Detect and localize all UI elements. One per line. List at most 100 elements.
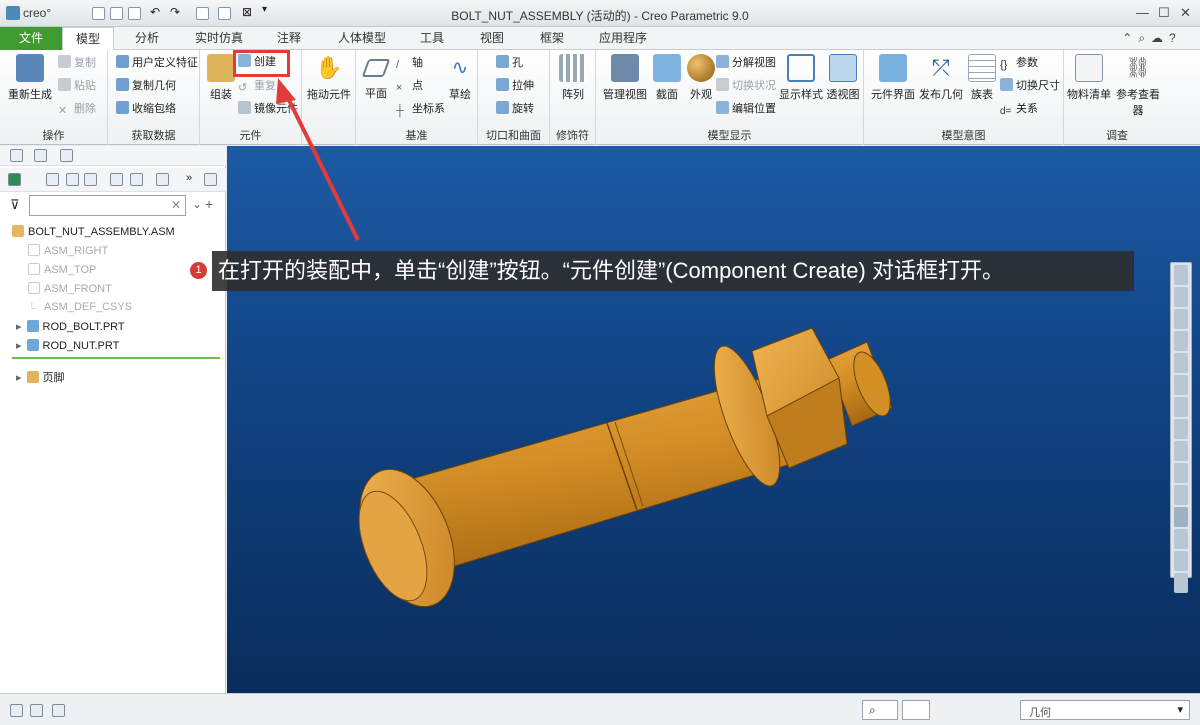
- full-screen-icon[interactable]: [52, 704, 65, 717]
- help-icons[interactable]: ⌃⌕☁?: [1112, 27, 1192, 50]
- zoom-out-icon[interactable]: [1174, 309, 1188, 329]
- explode-view-button[interactable]: 分解视图: [716, 54, 776, 72]
- perspective-view-icon[interactable]: [1174, 441, 1188, 461]
- family-table-button[interactable]: 族表: [966, 54, 998, 102]
- document-icon[interactable]: [204, 173, 217, 186]
- component-interface-button[interactable]: 元件界面: [870, 54, 916, 102]
- tree-search-input[interactable]: ✕: [29, 195, 186, 216]
- tab-framework[interactable]: 框架: [530, 27, 574, 50]
- add-icon[interactable]: +: [205, 197, 218, 211]
- gear-icon[interactable]: [156, 173, 169, 186]
- maximize-icon[interactable]: ☐: [1158, 5, 1170, 21]
- selection-mode-button[interactable]: [902, 700, 930, 720]
- display-style-icon[interactable]: [1174, 375, 1188, 395]
- model-tree-tab-icon[interactable]: [10, 149, 23, 162]
- switch-dimensions-button[interactable]: 切换尺寸: [1000, 77, 1060, 95]
- filter-icon[interactable]: ⊽: [10, 198, 23, 212]
- mirror-component-button[interactable]: 镜像元件: [238, 100, 298, 118]
- folder-browser-tab-icon[interactable]: [34, 149, 47, 162]
- show-browser-icon[interactable]: [30, 704, 43, 717]
- hole-button[interactable]: 孔: [496, 54, 523, 72]
- display-style-button[interactable]: 显示样式: [778, 54, 824, 102]
- plane-button[interactable]: 平面: [360, 54, 392, 101]
- favorites-tab-icon[interactable]: [60, 149, 73, 162]
- list-icon[interactable]: [66, 173, 79, 186]
- revolve-button[interactable]: 旋转: [496, 100, 534, 118]
- refit-icon[interactable]: [1174, 265, 1188, 285]
- manage-views-button[interactable]: 管理视图: [602, 54, 648, 102]
- tree-item-asm-def-csys[interactable]: └ ASM_DEF_CSYS: [28, 301, 132, 316]
- copy-button[interactable]: 复制: [58, 54, 96, 72]
- group-label-modifiers[interactable]: 修饰符: [550, 127, 595, 143]
- more-icon[interactable]: »: [186, 173, 199, 186]
- section-display-icon[interactable]: [1174, 507, 1188, 527]
- repaint-icon[interactable]: [1174, 331, 1188, 351]
- expand-arrow-icon[interactable]: ▸: [16, 340, 22, 352]
- parameters-button[interactable]: {} 参数: [1000, 54, 1038, 72]
- clear-search-icon[interactable]: ✕: [171, 198, 181, 212]
- group-label-cuts[interactable]: 切口和曲面: [478, 127, 549, 143]
- minimize-icon[interactable]: —: [1136, 5, 1149, 20]
- saved-orientations-icon[interactable]: [1174, 397, 1188, 417]
- annotation-display-icon[interactable]: [1174, 485, 1188, 505]
- tab-file[interactable]: 文件: [0, 27, 62, 50]
- point-button[interactable]: × 点: [396, 77, 423, 95]
- repeat-button[interactable]: ↺ 重复: [238, 77, 276, 95]
- tree-root[interactable]: BOLT_NUT_ASSEMBLY.ASM: [12, 225, 175, 238]
- chevron-down-icon[interactable]: ⌄: [192, 198, 205, 212]
- cut-icon[interactable]: [1174, 529, 1188, 549]
- find-button[interactable]: ⌕: [862, 700, 898, 720]
- close-icon[interactable]: ✕: [1180, 5, 1191, 21]
- datum-display-icon[interactable]: [1174, 463, 1188, 483]
- tree-item-asm-top[interactable]: ASM_TOP: [28, 263, 96, 276]
- expand-arrow-icon[interactable]: ▸: [16, 372, 22, 384]
- tree-item-footer[interactable]: ▸ 页脚: [16, 369, 65, 385]
- copy-geometry-button[interactable]: 复制几何: [116, 77, 176, 95]
- model-tree-icon[interactable]: [8, 173, 21, 186]
- tab-model[interactable]: 模型: [62, 27, 114, 51]
- reference-viewer-button[interactable]: ⛓ 参考查看器: [1114, 54, 1162, 118]
- udf-button[interactable]: 用户定义特征: [116, 54, 198, 72]
- tree-item-rod-nut[interactable]: ▸ ROD_NUT.PRT: [16, 339, 119, 352]
- group-label-datum[interactable]: 基准: [356, 127, 477, 143]
- tab-manikin[interactable]: 人体模型: [330, 27, 394, 50]
- pause-icon[interactable]: [1174, 551, 1188, 571]
- show-navigator-icon[interactable]: [10, 704, 23, 717]
- regenerate-button[interactable]: 重新生成: [6, 54, 54, 102]
- delete-button[interactable]: ✕ 删除: [58, 100, 96, 118]
- tree-settings-icon[interactable]: [130, 173, 143, 186]
- tab-live-simulation[interactable]: 实时仿真: [186, 27, 252, 50]
- show-icon[interactable]: [46, 173, 59, 186]
- tab-applications[interactable]: 应用程序: [594, 27, 652, 50]
- perspective-button[interactable]: 透视图: [824, 54, 862, 102]
- tree-item-asm-right[interactable]: ASM_RIGHT: [28, 244, 108, 257]
- csys-button[interactable]: ┼ 坐标系: [396, 100, 445, 118]
- shrinkwrap-button[interactable]: 收缩包络: [116, 100, 176, 118]
- bom-button[interactable]: 物料清单: [1066, 54, 1112, 102]
- section-button[interactable]: 截面: [650, 54, 684, 102]
- tab-view[interactable]: 视图: [470, 27, 514, 50]
- group-label-operations[interactable]: 操作: [0, 127, 107, 143]
- publish-geometry-button[interactable]: ⤱ 发布几何: [918, 54, 964, 102]
- spin-center-icon[interactable]: [1174, 353, 1188, 373]
- group-label-model-intent[interactable]: 模型意图: [864, 127, 1063, 143]
- filter-settings-icon[interactable]: [110, 173, 123, 186]
- tab-tools[interactable]: 工具: [410, 27, 454, 50]
- sketch-button[interactable]: ∿ 草绘: [446, 54, 474, 102]
- selection-filter[interactable]: 几何 ▾: [1020, 700, 1190, 720]
- group-label-component[interactable]: 元件: [200, 127, 301, 143]
- tab-annotate[interactable]: 注释: [266, 27, 312, 50]
- paste-button[interactable]: 粘贴: [58, 77, 96, 95]
- more-tools-icon[interactable]: [1174, 573, 1188, 593]
- relations-button[interactable]: d= 关系: [1000, 100, 1038, 118]
- extrude-button[interactable]: 拉伸: [496, 77, 534, 95]
- tree-columns-icon[interactable]: [84, 173, 97, 186]
- pattern-button[interactable]: 阵列: [556, 54, 590, 102]
- edit-position-button[interactable]: 编辑位置: [716, 100, 776, 118]
- group-label-get-data[interactable]: 获取数据: [108, 127, 199, 143]
- tree-item-asm-front[interactable]: ASM_FRONT: [28, 282, 112, 295]
- group-label-investigate[interactable]: 调查: [1064, 127, 1170, 143]
- group-label-model-display[interactable]: 模型显示: [596, 127, 863, 143]
- insert-here-indicator[interactable]: [12, 357, 220, 359]
- drag-components-button[interactable]: ✋ 拖动元件: [306, 54, 352, 102]
